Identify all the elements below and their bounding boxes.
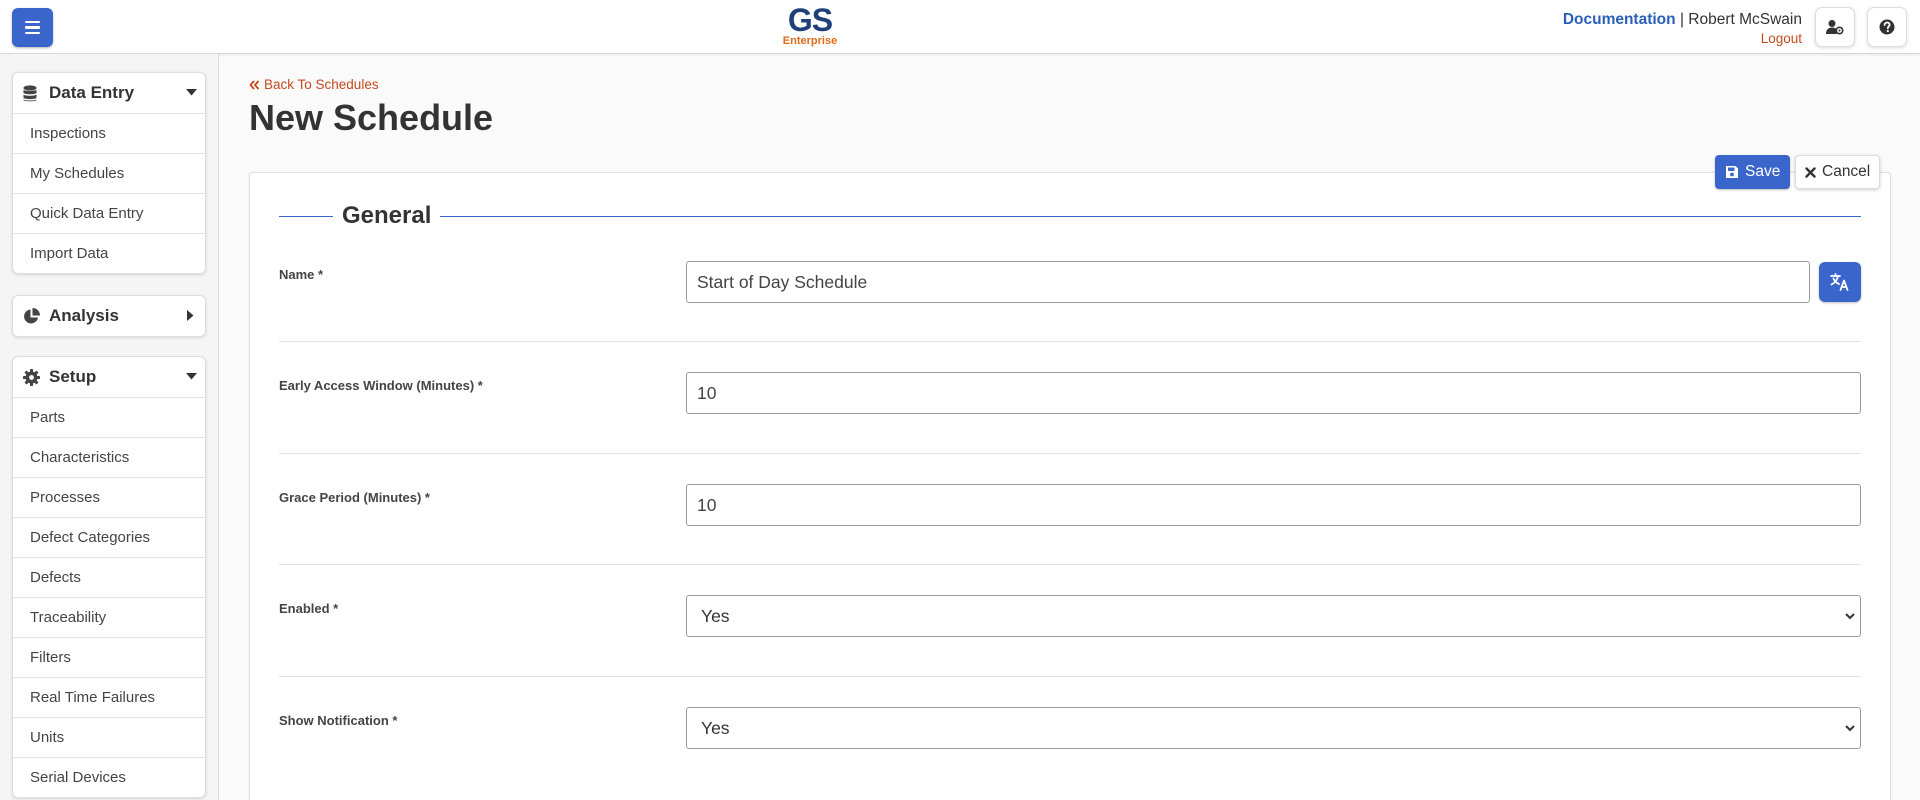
sidebar: Data Entry Inspections My Schedules Quic… <box>0 54 219 800</box>
page-title: New Schedule <box>249 97 494 138</box>
caret-down-icon <box>186 373 197 380</box>
enabled-label: Enabled * <box>279 601 339 616</box>
show-notification-select[interactable]: Yes <box>686 707 1861 749</box>
language-icon <box>1830 273 1849 291</box>
user-settings-icon <box>1826 20 1844 35</box>
sidebar-item-inspections[interactable]: Inspections <box>13 113 205 153</box>
sidebar-item-units[interactable]: Units <box>13 717 205 757</box>
name-input[interactable] <box>686 261 1810 303</box>
early-access-input[interactable] <box>686 372 1861 414</box>
enabled-select[interactable]: Yes <box>686 595 1861 637</box>
grace-period-input[interactable] <box>686 484 1861 526</box>
save-icon <box>1726 166 1738 178</box>
double-chevron-left-icon <box>249 79 260 90</box>
sidebar-section-title: Analysis <box>49 306 119 325</box>
logo-sub-text: Enterprise <box>782 35 838 47</box>
logout-link[interactable]: Logout <box>1563 30 1802 48</box>
sidebar-panel-setup: Setup Parts Characteristics Processes De… <box>12 356 206 798</box>
sidebar-section-setup[interactable]: Setup <box>13 357 205 397</box>
sidebar-item-serial-devices[interactable]: Serial Devices <box>13 757 205 797</box>
sidebar-section-title: Data Entry <box>49 83 135 102</box>
field-divider <box>279 453 1861 454</box>
name-label: Name * <box>279 267 324 282</box>
help-button[interactable] <box>1867 7 1907 47</box>
save-button[interactable]: Save <box>1715 155 1791 189</box>
legend-line-right <box>440 216 1861 217</box>
sidebar-section-analysis[interactable]: Analysis <box>13 296 205 336</box>
logo-main-text: GS <box>787 2 833 38</box>
menu-icon-bar <box>25 31 40 35</box>
section-title: General <box>342 202 432 229</box>
sidebar-item-real-time-failures[interactable]: Real Time Failures <box>13 677 205 717</box>
field-divider <box>279 676 1861 677</box>
sidebar-panel-data-entry: Data Entry Inspections My Schedules Quic… <box>12 72 206 274</box>
database-icon <box>23 84 41 102</box>
user-name: Robert McSwain <box>1688 11 1802 28</box>
sidebar-item-import-data[interactable]: Import Data <box>13 233 205 273</box>
sidebar-item-filters[interactable]: Filters <box>13 637 205 677</box>
sidebar-section-data-entry[interactable]: Data Entry <box>13 73 205 113</box>
enabled-selected-value: Yes <box>701 605 730 626</box>
cancel-button[interactable]: Cancel <box>1795 155 1881 189</box>
menu-icon-bar <box>25 20 40 24</box>
sidebar-item-processes[interactable]: Processes <box>13 477 205 517</box>
app-logo[interactable]: GS Enterprise <box>770 2 850 47</box>
sidebar-item-traceability[interactable]: Traceability <box>13 597 205 637</box>
show-notification-selected-value: Yes <box>701 717 730 738</box>
close-icon <box>1805 166 1816 178</box>
sidebar-item-defects[interactable]: Defects <box>13 557 205 597</box>
menu-icon-bar <box>25 26 40 29</box>
user-settings-button[interactable] <box>1815 7 1855 47</box>
show-notification-label: Show Notification * <box>279 713 398 728</box>
sidebar-item-defect-categories[interactable]: Defect Categories <box>13 517 205 557</box>
field-divider <box>279 341 1861 342</box>
user-area: Documentation | Robert McSwain Logout <box>1563 10 1802 48</box>
back-to-schedules-link[interactable]: Back To Schedules <box>249 77 379 92</box>
chevron-down-icon <box>1845 613 1855 620</box>
help-icon <box>1879 19 1895 35</box>
section-legend-general: General <box>279 200 1861 232</box>
early-access-label: Early Access Window (Minutes) * <box>279 378 483 393</box>
grace-period-label: Grace Period (Minutes) * <box>279 490 430 505</box>
translate-button[interactable] <box>1819 262 1861 302</box>
menu-toggle-button[interactable] <box>12 8 53 47</box>
sidebar-panel-analysis: Analysis <box>12 295 206 337</box>
sidebar-item-my-schedules[interactable]: My Schedules <box>13 153 205 193</box>
sidebar-item-quick-data-entry[interactable]: Quick Data Entry <box>13 193 205 233</box>
caret-right-icon <box>187 310 194 321</box>
sidebar-section-title: Setup <box>49 367 97 386</box>
documentation-link[interactable]: Documentation <box>1563 11 1676 28</box>
pie-chart-icon <box>23 307 41 325</box>
separator: | <box>1679 11 1684 28</box>
back-link-label: Back To Schedules <box>264 77 379 92</box>
sidebar-item-characteristics[interactable]: Characteristics <box>13 437 205 477</box>
save-label: Save <box>1745 163 1781 180</box>
sidebar-item-parts[interactable]: Parts <box>13 397 205 437</box>
top-bar: GS Enterprise Documentation | Robert McS… <box>0 0 1920 54</box>
gear-icon <box>23 368 41 386</box>
caret-down-icon <box>186 89 197 96</box>
field-divider <box>279 564 1861 565</box>
cancel-label: Cancel <box>1822 163 1871 180</box>
legend-line-left <box>279 216 333 217</box>
chevron-down-icon <box>1845 725 1855 732</box>
